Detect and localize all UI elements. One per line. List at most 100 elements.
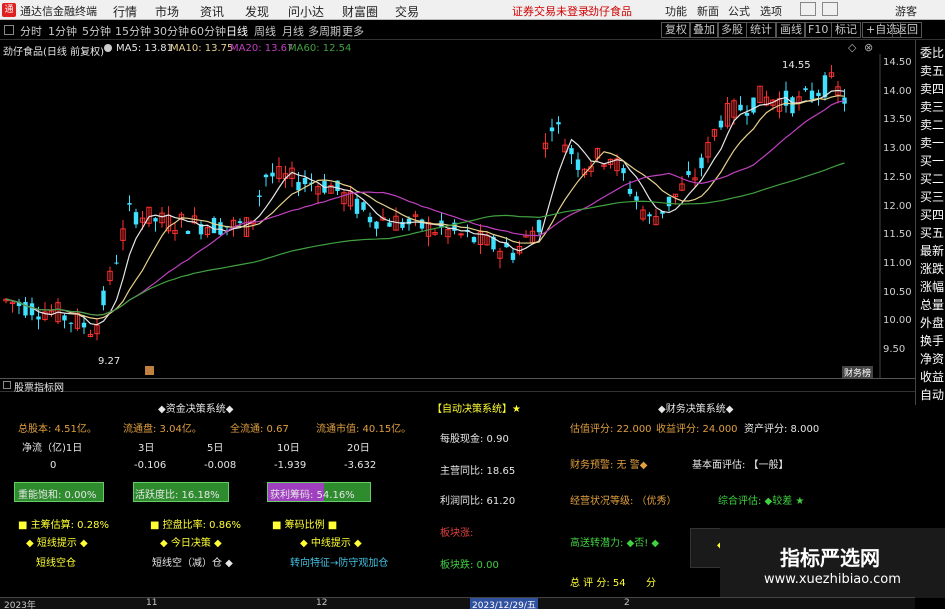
side-label[interactable]: 总量 [920, 296, 944, 313]
ma20-line [5, 100, 845, 316]
kline-chart[interactable]: 劲仔食品(日线 前复权) MA5: 13.81 MA10: 13.75 MA20… [0, 40, 915, 379]
side-label[interactable]: 收益 [920, 368, 944, 385]
side-label[interactable]: 卖四 [920, 80, 944, 97]
menu-market[interactable]: 市场 [155, 3, 179, 20]
side-label[interactable]: 净资 [920, 350, 944, 367]
side-label[interactable]: 外盘 [920, 314, 944, 331]
operation-grade: 经营状况等级: （优秀） [570, 496, 677, 507]
f10-button[interactable]: F10 [804, 22, 833, 38]
side-label[interactable]: 卖五 [920, 62, 944, 79]
menu-news[interactable]: 资讯 [200, 3, 224, 20]
multi-stock-button[interactable]: 多股 [717, 22, 747, 38]
side-label[interactable]: 卖二 [920, 116, 944, 133]
period-tab-multi[interactable]: 多周期 [308, 23, 341, 39]
side-label[interactable]: 买四 [920, 206, 944, 223]
today-decision-title: ◆ 今日决策 ◆ [160, 538, 222, 549]
netflow-5d-value: -0.008 [204, 460, 237, 471]
side-label[interactable]: 涨跌 [920, 260, 944, 277]
menu-guest[interactable]: 游客 [895, 3, 917, 19]
candle-body [81, 322, 87, 328]
total-score: 总 评 分: 54 [570, 578, 626, 589]
candle-body [270, 172, 275, 177]
eps-cash: 每股现金: 0.90 [440, 434, 509, 445]
quote-side-panel: 委比 卖五 卖四 卖三 卖二 卖一 买一 买二 买三 买四 买五 最新 涨跌 涨幅 总量 外盘 换手 净资 收益 自动 [915, 40, 945, 405]
candle-body [367, 216, 373, 223]
period-tab-more[interactable]: 更多 [342, 23, 364, 39]
side-label[interactable]: 买三 [920, 188, 944, 205]
period-tab-intraday[interactable]: 分时 [20, 23, 42, 39]
panel-tab[interactable]: 股票指标网 [14, 379, 64, 394]
date-label: 2023年 [4, 601, 36, 609]
side-label[interactable]: 买一 [920, 152, 944, 169]
menu-newpage[interactable]: 新面 [697, 3, 719, 19]
overlay-button[interactable]: 叠加 [689, 22, 719, 38]
y-tick: 12.00 [883, 201, 912, 212]
chip-ratio: ■ 筹码比例 ■ [272, 520, 338, 531]
period-tab-60min[interactable]: 60分钟 [190, 23, 226, 39]
return-button[interactable]: 返回 [892, 22, 922, 38]
y-tick: 10.00 [883, 315, 912, 326]
period-tab-5min[interactable]: 5分钟 [82, 23, 111, 39]
candle-body [133, 212, 139, 225]
side-label[interactable]: 卖三 [920, 98, 944, 115]
mark-button[interactable]: 标记 [831, 22, 861, 38]
candle-body [237, 221, 243, 223]
menu-discover[interactable]: 发现 [245, 3, 269, 20]
sector-rise: 板块涨: [440, 528, 474, 539]
period-tab-daily[interactable]: 日线 [226, 23, 248, 39]
stats-button[interactable]: 统计 [746, 22, 776, 38]
menu-trade[interactable]: 交易 [395, 3, 419, 20]
candle-body [153, 218, 158, 222]
back-icon[interactable] [4, 25, 14, 35]
y-tick: 14.50 [883, 57, 912, 68]
menu-bar: 通 通达信金融终端 行情 市场 资讯 发现 问小达 财富圈 交易 证券交易未登录… [0, 0, 945, 20]
candle-body [263, 174, 269, 178]
menu-formula[interactable]: 公式 [728, 3, 750, 19]
y-tick: 13.50 [883, 114, 912, 125]
menu-xiaoda[interactable]: 问小达 [288, 3, 324, 20]
candle-body [406, 218, 412, 225]
menu-quotes[interactable]: 行情 [113, 3, 137, 20]
period-tab-30min[interactable]: 30分钟 [153, 23, 189, 39]
side-label[interactable]: 买五 [920, 224, 944, 241]
stock-name-notice: 劲仔食品 [588, 5, 632, 18]
y-tick: 9.50 [883, 344, 906, 355]
period-tab-15min[interactable]: 15分钟 [115, 23, 151, 39]
income-score: 收益评分: 24.000 [656, 424, 738, 435]
side-label[interactable]: 涨幅 [920, 278, 944, 295]
activity-ratio: 活跃度比: 16.18% [135, 490, 220, 501]
menu-function[interactable]: 功能 [665, 3, 687, 19]
window-icon[interactable] [800, 2, 816, 16]
adjust-button[interactable]: 复权 [661, 22, 691, 38]
netflow-10d-value: -1.939 [274, 460, 307, 471]
side-label[interactable]: 委比 [920, 44, 944, 61]
period-tab-monthly[interactable]: 月线 [282, 23, 304, 39]
side-label[interactable]: 买二 [920, 170, 944, 187]
netflow-3d-value: -0.106 [134, 460, 167, 471]
side-label[interactable]: 卖一 [920, 134, 944, 151]
candle-body [790, 97, 795, 114]
menu-wealth[interactable]: 财富圈 [342, 3, 378, 20]
low-price-label: 9.27 [98, 356, 121, 367]
panel-menu-icon[interactable] [3, 381, 11, 389]
period-tab-weekly[interactable]: 周线 [254, 23, 276, 39]
netflow-3d-label: 3日 [138, 443, 155, 454]
layout-icon[interactable] [822, 2, 838, 16]
candle-body [751, 97, 756, 113]
app-name: 通达信金融终端 [20, 5, 97, 18]
side-label[interactable]: 换手 [920, 332, 944, 349]
event-marker-icon[interactable] [145, 366, 154, 375]
draw-line-button[interactable]: 画线 [776, 22, 806, 38]
profit-yoy: 利润同比: 61.20 [440, 496, 516, 507]
netflow-20d-label: 20日 [347, 443, 370, 454]
valuation-score: 估值评分: 22.000 [570, 424, 652, 435]
candle-body [354, 198, 360, 214]
login-notice[interactable]: 证券交易未登录 [512, 3, 589, 19]
side-label[interactable]: 最新 [920, 242, 944, 259]
mid-tip-value: 转向特征→防守观加仓 [290, 558, 389, 569]
period-tab-1min[interactable]: 1分钟 [48, 23, 77, 39]
candle-body [803, 88, 808, 91]
side-label[interactable]: 自动 [920, 386, 944, 403]
main-cost: ■ 主筹估算: 0.28% [18, 520, 109, 531]
menu-options[interactable]: 选项 [760, 3, 782, 19]
